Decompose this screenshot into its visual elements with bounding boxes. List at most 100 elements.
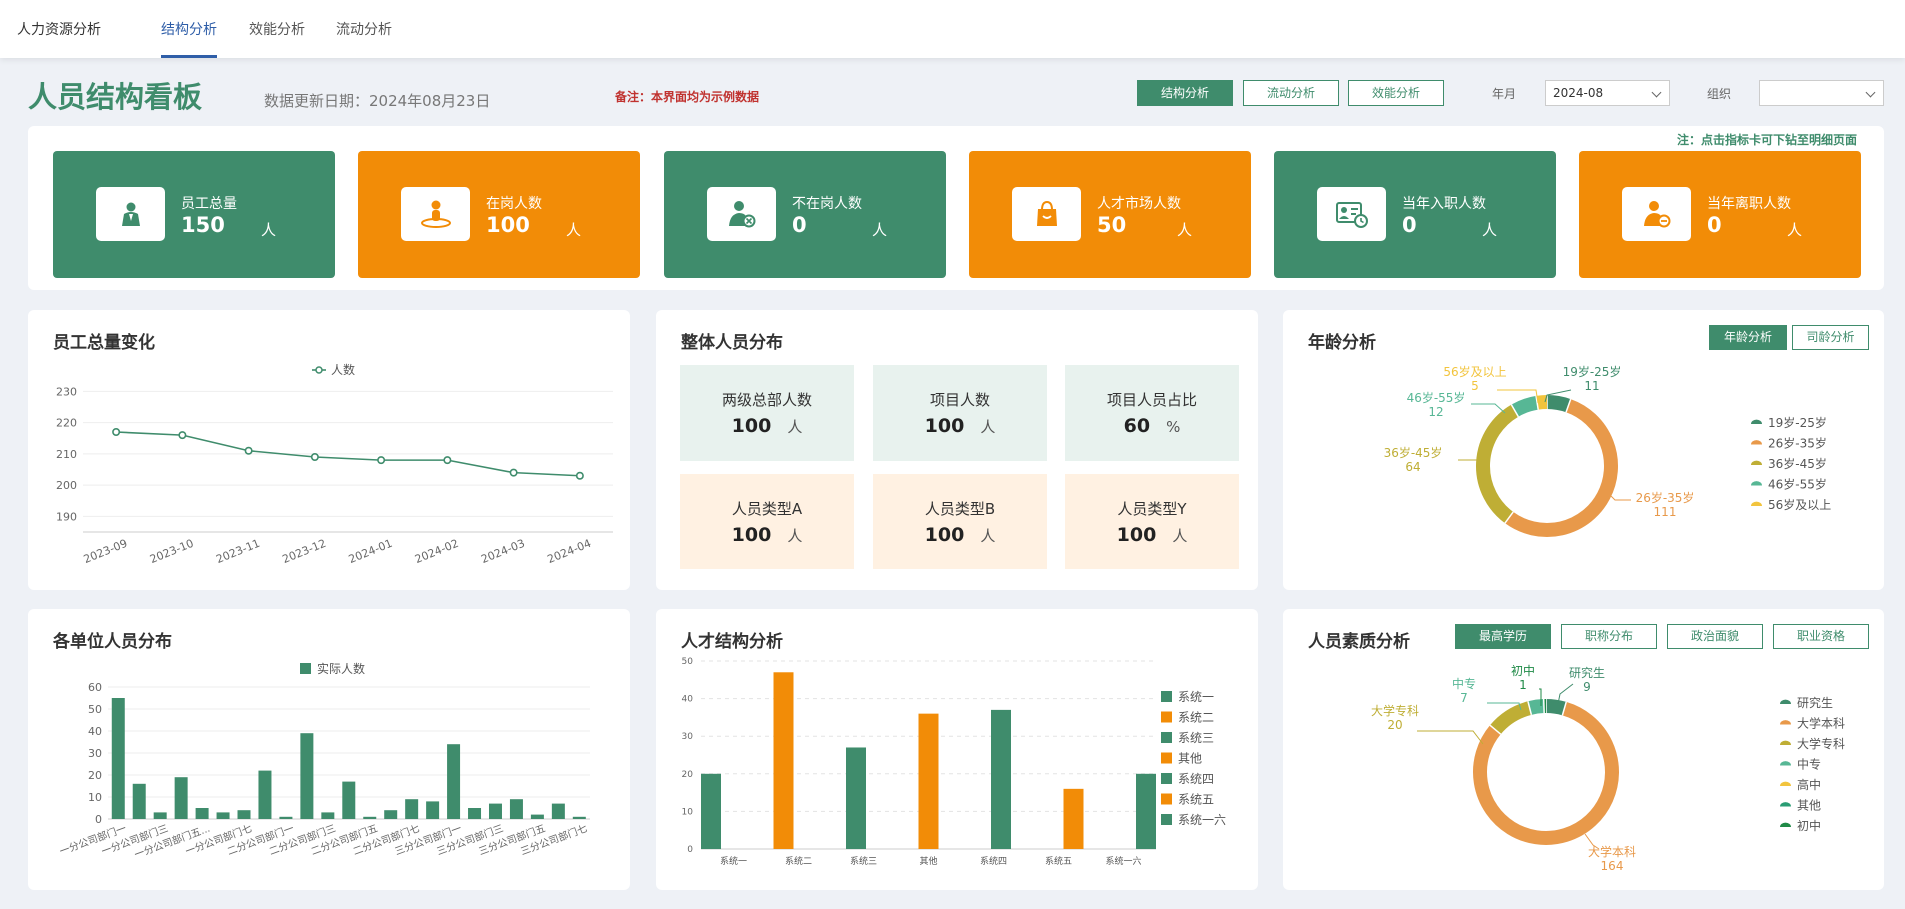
bar	[846, 747, 866, 849]
month-label: 年月	[1492, 87, 1517, 101]
legend-marker	[1161, 752, 1172, 764]
id-card-icon	[1317, 187, 1386, 241]
dist-unit: 人	[980, 418, 996, 436]
slice-value-label: 7	[1460, 691, 1468, 705]
legend-marker	[1780, 802, 1791, 807]
dist-cell-hq[interactable]: 两级总部人数 100 人	[680, 365, 854, 461]
legend-marker	[1780, 720, 1791, 725]
dist-unit: 人	[787, 418, 803, 436]
legend-marker	[1751, 419, 1762, 424]
nav-tab-flow[interactable]: 流动分析	[336, 19, 392, 39]
slice-name-label: 中专	[1452, 676, 1476, 691]
demo-data-note: 备注：本界面均为示例数据	[615, 90, 760, 104]
dist-cell-project[interactable]: 项目人数 100 人	[873, 365, 1047, 461]
bar	[111, 698, 125, 819]
panel-age-analysis: 年龄分析 年龄分析 司龄分析 19岁-25岁 11 26岁-35岁 111 36岁-45…	[1283, 310, 1884, 590]
legend-label: 系统三	[1178, 731, 1214, 745]
on-duty-icon	[401, 187, 470, 241]
y-tick-label: 40	[682, 695, 694, 705]
dist-label: 人员类型Y	[1117, 500, 1187, 518]
bar	[321, 812, 335, 819]
person-leave-icon	[1622, 187, 1691, 241]
dist-label: 人员类型A	[731, 500, 803, 518]
kpi-card-new-hires[interactable]: 当年入职人数 0 人	[1274, 151, 1556, 278]
legend-marker	[1780, 740, 1791, 745]
x-tick-label: 系统一	[720, 855, 747, 867]
month-select[interactable]: 2024-08	[1545, 80, 1670, 106]
bar	[1063, 788, 1084, 849]
x-tick-label: 系统三	[850, 855, 877, 867]
legend-marker	[1780, 761, 1791, 766]
kpi-card-total-employees[interactable]: 员工总量 150 人	[53, 151, 335, 278]
y-tick-label: 20	[682, 770, 694, 780]
slice-value-label: 11	[1584, 379, 1599, 393]
kpi-card-talent-market[interactable]: 人才市场人数 50 人	[969, 151, 1251, 278]
legend-marker	[1751, 460, 1762, 465]
nav-tab-structure[interactable]: 结构分析	[161, 19, 217, 39]
month-select-value: 2024-08	[1553, 86, 1604, 100]
efficiency-analysis-button[interactable]: 效能分析	[1348, 80, 1444, 106]
shopping-bag-icon	[1012, 187, 1081, 241]
dist-unit: %	[1166, 418, 1181, 436]
dist-cell-type-b[interactable]: 人员类型B 100 人	[873, 474, 1047, 569]
y-tick-label: 0	[95, 813, 102, 826]
dist-cell-type-y[interactable]: 人员类型Y 100 人	[1065, 474, 1239, 569]
y-tick-label: 210	[56, 448, 77, 461]
kpi-card-off-duty[interactable]: 不在岗人数 0 人	[664, 151, 946, 278]
data-point	[310, 453, 319, 462]
legend-marker	[1751, 481, 1762, 486]
slice-value-label: 1	[1519, 678, 1527, 692]
bar	[468, 808, 482, 819]
legend-marker	[1161, 773, 1172, 784]
y-tick-label: 50	[682, 657, 694, 667]
kpi-card-on-duty[interactable]: 在岗人数 100 人	[358, 151, 640, 278]
x-tick-label: 系统一六	[1105, 855, 1141, 867]
bar	[509, 799, 523, 819]
legend-marker	[1751, 440, 1762, 445]
kpi-unit: 人	[1482, 221, 1498, 239]
org-select[interactable]	[1759, 80, 1884, 106]
kpi-unit: 人	[1787, 221, 1803, 239]
y-tick-label: 60	[88, 681, 102, 694]
y-tick-label: 200	[56, 479, 77, 492]
legend-label: 系统一	[1178, 690, 1214, 704]
kpi-value: 150	[181, 213, 225, 237]
off-duty-icon	[707, 187, 776, 241]
bar	[701, 773, 721, 849]
legend-label: 系统一六	[1178, 813, 1226, 827]
legend-marker	[1780, 699, 1791, 704]
dist-cell-type-a[interactable]: 人员类型A 100 人	[680, 474, 854, 569]
bar	[363, 816, 377, 819]
y-tick-label: 0	[687, 845, 693, 855]
slice-value-label: 20	[1387, 718, 1402, 732]
dist-cell-project-ratio[interactable]: 项目人员占比 60%	[1065, 365, 1239, 461]
data-point	[575, 471, 584, 480]
kpi-label: 当年入职人数	[1402, 196, 1486, 212]
slice-name-label: 36岁-45岁	[1384, 445, 1443, 460]
structure-analysis-button[interactable]: 结构分析	[1137, 80, 1233, 106]
nav-tab-efficiency[interactable]: 效能分析	[249, 19, 305, 39]
flow-analysis-button[interactable]: 流动分析	[1243, 80, 1339, 106]
legend-label: 46岁-55岁	[1768, 477, 1827, 492]
legend-marker	[300, 663, 311, 674]
bar	[258, 770, 272, 819]
bar	[572, 816, 586, 819]
x-tick-label: 其他	[919, 855, 937, 867]
dist-value: 100	[731, 415, 772, 437]
slice-name-label: 初中	[1511, 663, 1535, 678]
kpi-label: 员工总量	[181, 196, 237, 212]
y-tick-label: 220	[56, 417, 77, 430]
bar	[237, 810, 251, 819]
y-tick-label: 10	[682, 807, 694, 817]
x-tick-label: 系统四	[980, 855, 1007, 867]
kpi-label: 当年离职人数	[1707, 196, 1791, 212]
chevron-down-icon	[1865, 87, 1876, 98]
dist-value: 100	[924, 415, 965, 437]
org-label: 组织	[1707, 87, 1732, 101]
legend-label: 系统四	[1178, 772, 1214, 786]
bar	[279, 816, 293, 819]
panel-overall-distribution: 整体人员分布 两级总部人数 100 人 项目人数 100 人 项目人员占比 60% …	[656, 310, 1258, 590]
slice-name-label: 56岁及以上	[1443, 364, 1506, 379]
kpi-card-resignations[interactable]: 当年离职人数 0 人	[1579, 151, 1861, 278]
dist-value: 100	[1116, 524, 1157, 546]
